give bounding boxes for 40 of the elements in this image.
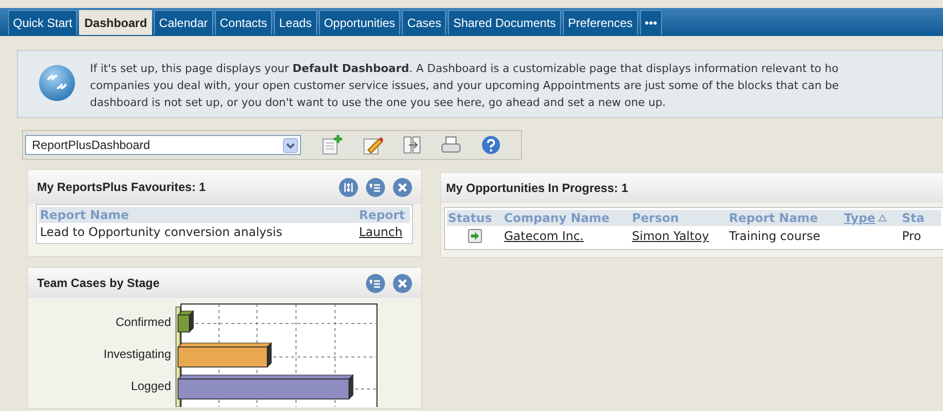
panel-title: My ReportsPlus Favourites: 1 xyxy=(37,179,206,196)
columns-arrow-icon[interactable] xyxy=(403,136,421,154)
resize-icon[interactable] xyxy=(339,178,358,196)
column-header: Report Name xyxy=(39,207,130,224)
edit-icon[interactable] xyxy=(363,135,383,155)
help-icon[interactable] xyxy=(481,135,501,155)
info-text-line: If it's set up, this page displays your Default Dashboard. A Dashboard is a customizable page that displays information relevant to ho xyxy=(90,61,839,77)
column-header: Report xyxy=(359,207,405,224)
bar-label: Confirmed xyxy=(116,314,171,331)
tab[interactable]: Shared Documents xyxy=(448,10,561,35)
info-text-line: dashboard is not set up, or you don't want to use the one you see here, go ahead and set a new one up. xyxy=(90,95,667,111)
tab[interactable]: Opportunities xyxy=(318,10,400,35)
bar-label: Logged xyxy=(130,378,171,395)
tab[interactable]: Contacts xyxy=(214,10,272,35)
company-link[interactable]: Gatecom Inc. xyxy=(504,229,584,243)
tab[interactable]: Cases xyxy=(402,10,446,35)
list-add-icon[interactable] xyxy=(366,178,385,196)
table-cell-text: Lead to Opportunity conversion analysis xyxy=(39,224,284,241)
tab[interactable]: Dashboard xyxy=(79,10,152,35)
launch-link[interactable]: Launch xyxy=(359,223,402,241)
table-cell: Pro xyxy=(902,229,922,243)
tab[interactable]: Calendar xyxy=(154,10,213,35)
tab[interactable]: Preferences xyxy=(562,10,638,35)
print-icon[interactable] xyxy=(441,136,461,154)
info-text-line: companies you deal with, your open customer service issues, and your upcoming Appointments are just some of the blocks that can be xyxy=(90,78,839,94)
list-add-icon[interactable] xyxy=(366,274,385,292)
dashboard-select[interactable]: ReportPlusDashboard xyxy=(25,135,301,155)
sort-ascending-icon[interactable] xyxy=(878,214,888,222)
new-document-icon[interactable] xyxy=(321,135,343,155)
tab[interactable]: Leads xyxy=(274,10,317,35)
person-link[interactable]: Simon Yaltoy xyxy=(632,229,709,243)
status-go-button[interactable] xyxy=(468,229,482,243)
bar-label: Investigating xyxy=(104,346,171,363)
panel-title: Team Cases by Stage xyxy=(37,275,160,292)
table-cell: Training course xyxy=(729,229,820,243)
close-icon[interactable] xyxy=(393,274,412,292)
tab[interactable]: ••• xyxy=(640,10,662,35)
panel-title: My Opportunities In Progress: 1 xyxy=(446,180,628,197)
close-icon[interactable] xyxy=(393,178,412,196)
tab[interactable]: Quick Start xyxy=(8,10,78,35)
